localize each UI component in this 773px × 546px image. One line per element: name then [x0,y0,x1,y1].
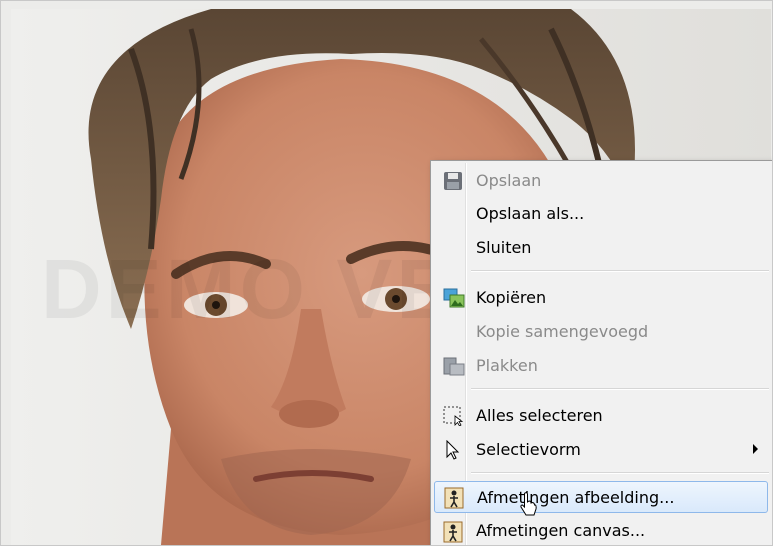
hand-cursor-icon [520,492,537,516]
canvas-size-icon [443,521,463,543]
menu-item-label: Alles selecteren [476,406,603,425]
menu-item-selection-shape[interactable]: Selectievorm [434,435,768,464]
menu-item-label: Selectievorm [476,440,581,459]
context-menu: Opslaan Opslaan als... Sluiten Kopiëren … [430,160,772,545]
menu-item-paste[interactable]: Plakken [434,351,768,380]
menu-item-copy-merged[interactable]: Kopie samengevoegd [434,317,768,346]
menu-item-canvas-size[interactable]: Afmetingen canvas... [434,516,768,545]
floppy-disk-icon [443,171,463,191]
menu-item-label: Kopie samengevoegd [476,322,649,341]
menu-item-copy[interactable]: Kopiëren [434,283,768,312]
menu-item-label: Opslaan [476,171,542,190]
paste-image-icon [443,356,465,376]
select-all-icon [443,406,464,427]
image-size-icon [444,487,464,509]
menu-item-image-size[interactable]: Afmetingen afbeelding... [434,481,768,516]
arrow-cursor-icon [443,439,463,460]
submenu-arrow-icon [753,444,758,454]
menu-item-select-all[interactable]: Alles selecteren [434,401,768,430]
menu-item-label: Sluiten [476,238,532,257]
menu-item-close[interactable]: Sluiten [434,233,768,262]
menu-item-label: Opslaan als... [476,204,585,223]
menu-item-save-as[interactable]: Opslaan als... [434,199,768,228]
menu-item-label: Afmetingen afbeelding... [477,488,675,507]
menu-item-label: Plakken [476,356,538,375]
menu-separator [471,388,769,390]
menu-item-label: Kopiëren [476,288,547,307]
image-window: DEMO VERSION Opslaan Opslaan als... Slui… [0,0,773,546]
menu-item-save[interactable]: Opslaan [434,166,768,195]
copy-image-icon [443,288,465,308]
menu-separator [471,270,769,272]
menu-item-label: Afmetingen canvas... [476,521,646,540]
menu-separator [471,472,769,474]
